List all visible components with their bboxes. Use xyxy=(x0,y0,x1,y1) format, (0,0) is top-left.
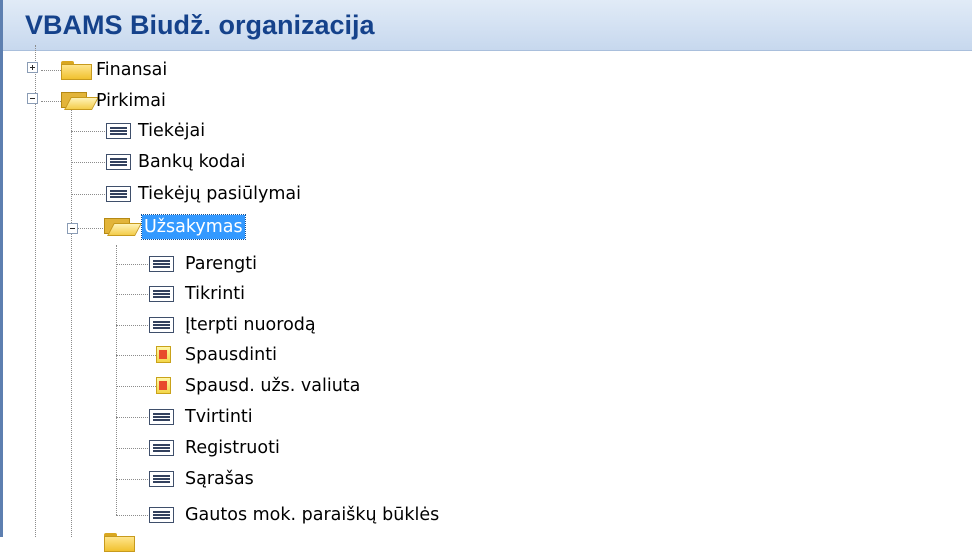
tree-node-label[interactable]: Tikrinti xyxy=(183,282,247,306)
tree-connector xyxy=(116,294,148,295)
expand-toggle-icon[interactable] xyxy=(27,62,38,73)
folder-closed-icon xyxy=(61,61,92,80)
form-icon xyxy=(149,286,174,302)
tree-node-label-selected[interactable]: Užsakymas xyxy=(141,214,246,240)
form-icon xyxy=(149,440,174,456)
tree-node-label[interactable]: Bankų kodai xyxy=(136,150,248,174)
tree-node-label[interactable]: Sąrašas xyxy=(183,467,256,491)
form-icon xyxy=(149,317,174,333)
tree-connector xyxy=(116,479,148,480)
tree-connector xyxy=(116,515,148,516)
tree-connector xyxy=(116,417,148,418)
collapse-toggle-icon[interactable] xyxy=(67,223,78,234)
form-icon xyxy=(149,409,174,425)
tree-node-label[interactable]: Tiekėjų pasiūlymai xyxy=(136,182,303,206)
window-title: VBAMS Biudž. organizacija xyxy=(25,10,375,40)
tree-node-label[interactable]: Spausdinti xyxy=(183,343,279,367)
form-icon xyxy=(149,507,174,523)
form-icon xyxy=(106,154,131,170)
window-header: VBAMS Biudž. organizacija xyxy=(3,0,972,51)
tree-node-label[interactable]: Registruoti xyxy=(183,436,282,460)
navigation-tree[interactable]: Finansai Pirkimai Tiekėjai Bankų kodai T… xyxy=(3,45,972,552)
tree-connector xyxy=(41,101,61,102)
tree-connector xyxy=(116,355,156,356)
tree-node-label[interactable]: Pirkimai xyxy=(94,89,168,113)
tree-node-label[interactable]: Tvirtinti xyxy=(183,405,255,429)
tree-node-label[interactable]: Finansai xyxy=(94,58,169,82)
tree-connector xyxy=(71,162,105,163)
tree-connector xyxy=(71,131,105,132)
tree-node-label[interactable]: Parengti xyxy=(183,252,259,276)
tree-guide-line xyxy=(35,45,36,537)
collapse-toggle-icon[interactable] xyxy=(27,93,38,104)
tree-connector xyxy=(41,70,61,71)
folder-open-icon xyxy=(104,218,135,236)
tree-connector xyxy=(71,194,105,195)
form-icon xyxy=(149,256,174,272)
tree-connector xyxy=(116,386,156,387)
tree-node-label[interactable]: Spausd. užs. valiuta xyxy=(183,374,362,398)
report-icon xyxy=(156,346,171,363)
form-icon xyxy=(106,123,131,139)
folder-open-icon xyxy=(61,92,92,110)
report-icon xyxy=(156,377,171,394)
form-icon xyxy=(106,186,131,202)
tree-connector xyxy=(77,228,103,229)
tree-node-label[interactable]: Gautos mok. paraiškų būklės xyxy=(183,503,441,527)
form-icon xyxy=(149,471,174,487)
folder-closed-icon xyxy=(104,533,135,552)
tree-connector xyxy=(116,264,148,265)
tree-guide-line xyxy=(116,245,117,515)
tree-node-label[interactable]: Įterpti nuorodą xyxy=(183,313,318,337)
tree-node-label[interactable]: Tiekėjai xyxy=(136,119,207,143)
tree-connector xyxy=(116,325,148,326)
tree-connector xyxy=(116,448,148,449)
